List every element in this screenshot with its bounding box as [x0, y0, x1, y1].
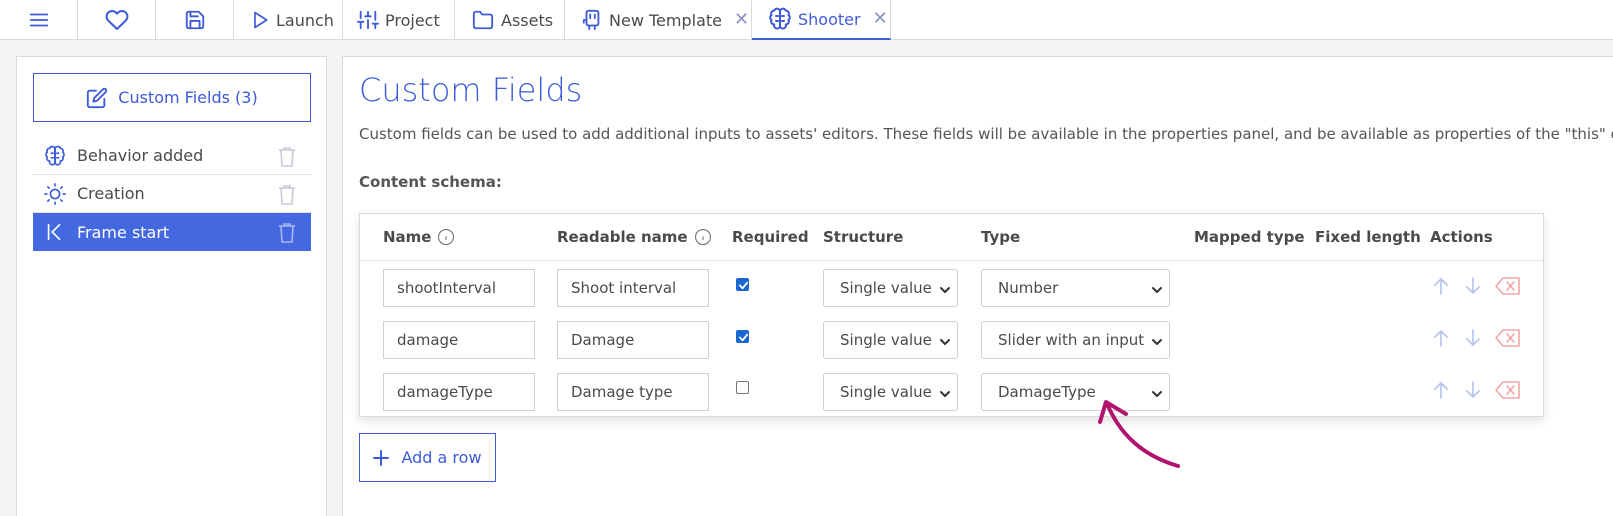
- play-icon: [254, 11, 268, 29]
- type-select-value: Slider with an input: [998, 331, 1145, 349]
- required-checkbox[interactable]: [736, 381, 749, 394]
- event-creation[interactable]: Creation: [33, 175, 311, 213]
- field-readable-name-input[interactable]: Shoot interval: [557, 269, 709, 307]
- tab-assets[interactable]: Assets: [455, 0, 565, 40]
- add-row-button[interactable]: Add a row: [359, 433, 496, 482]
- favorite-button[interactable]: [78, 0, 156, 40]
- structure-select[interactable]: Single value: [823, 373, 958, 411]
- event-list-panel: Custom Fields (3) Behavior added Creatio…: [16, 56, 327, 516]
- tab-new-template-label: New Template: [609, 10, 722, 30]
- tab-assets-label: Assets: [501, 10, 554, 30]
- arrow-down-icon[interactable]: [1464, 328, 1482, 352]
- close-icon[interactable]: ✕: [734, 11, 749, 29]
- arrow-down-icon[interactable]: [1464, 276, 1482, 300]
- column-header-name: Name: [383, 228, 455, 246]
- arrow-up-icon[interactable]: [1432, 328, 1450, 352]
- info-icon[interactable]: [437, 228, 455, 246]
- event-behavior-added[interactable]: Behavior added: [33, 137, 311, 175]
- event-frame-start[interactable]: Frame start: [33, 213, 311, 251]
- column-header-mapped-type: Mapped type: [1194, 228, 1305, 246]
- chevron-down-icon: [1151, 282, 1163, 300]
- schema-table: Name Readable name Required Structure Ty…: [359, 213, 1544, 417]
- add-row-label: Add a row: [401, 448, 482, 467]
- template-icon: [582, 9, 600, 31]
- tab-launch[interactable]: Launch: [234, 0, 343, 40]
- arrow-down-icon[interactable]: [1464, 380, 1482, 404]
- column-header-readable-name: Readable name: [557, 228, 712, 246]
- content-schema-label: Content schema:: [359, 173, 502, 191]
- type-select[interactable]: Number: [981, 269, 1170, 307]
- structure-select[interactable]: Single value: [823, 321, 958, 359]
- trash-icon[interactable]: [277, 146, 297, 172]
- arrow-up-icon[interactable]: [1432, 380, 1450, 404]
- structure-select-value: Single value: [840, 279, 932, 297]
- delete-icon[interactable]: [1495, 277, 1521, 299]
- trash-icon[interactable]: [277, 184, 297, 210]
- menu-icon: [29, 13, 48, 27]
- tab-new-template[interactable]: New Template ✕: [565, 0, 752, 40]
- column-header-type: Type: [981, 228, 1021, 246]
- column-header-required: Required: [732, 228, 809, 246]
- field-name-input[interactable]: damage: [383, 321, 535, 359]
- close-icon[interactable]: ✕: [873, 10, 888, 28]
- column-header-fixed-length: Fixed length: [1315, 228, 1421, 246]
- chevron-down-icon: [939, 282, 951, 300]
- event-label: Creation: [77, 184, 145, 203]
- tab-shooter[interactable]: Shooter ✕: [752, 0, 891, 40]
- required-checkbox[interactable]: [736, 278, 749, 291]
- chevron-down-icon: [939, 334, 951, 352]
- brain-icon: [769, 7, 791, 30]
- structure-select-value: Single value: [840, 331, 932, 349]
- field-readable-name-input[interactable]: Damage: [557, 321, 709, 359]
- field-name-input[interactable]: damageType: [383, 373, 535, 411]
- structure-select[interactable]: Single value: [823, 269, 958, 307]
- column-header-structure: Structure: [823, 228, 904, 246]
- field-readable-name-input[interactable]: Damage type: [557, 373, 709, 411]
- custom-fields-label: Custom Fields (3): [118, 88, 258, 107]
- chevron-down-icon: [1151, 334, 1163, 352]
- sliders-icon: [357, 10, 379, 30]
- page-title: Custom Fields: [359, 71, 583, 109]
- event-label: Frame start: [77, 222, 170, 242]
- delete-icon[interactable]: [1495, 381, 1521, 403]
- tab-project[interactable]: Project: [343, 0, 455, 40]
- tab-launch-label: Launch: [276, 10, 334, 30]
- required-checkbox[interactable]: [736, 330, 749, 343]
- header-divider: [360, 260, 1543, 261]
- tab-project-label: Project: [385, 10, 440, 30]
- main-menu-button[interactable]: [0, 0, 78, 40]
- type-select-value: DamageType: [998, 383, 1096, 401]
- custom-fields-panel: Custom Fields Custom fields can be used …: [342, 56, 1613, 516]
- column-header-actions: Actions: [1430, 228, 1493, 246]
- heart-icon: [105, 10, 128, 30]
- type-select-value: Number: [998, 279, 1059, 297]
- sun-icon: [44, 182, 66, 205]
- save-button[interactable]: [156, 0, 234, 40]
- field-name-input[interactable]: shootInterval: [383, 269, 535, 307]
- brain-icon: [45, 145, 65, 166]
- trash-icon[interactable]: [277, 222, 297, 248]
- save-icon: [185, 10, 204, 30]
- info-icon[interactable]: [694, 228, 712, 246]
- chevron-down-icon: [939, 386, 951, 404]
- folder-icon: [472, 10, 494, 30]
- plus-icon: [373, 449, 390, 466]
- structure-select-value: Single value: [840, 383, 932, 401]
- skip-back-icon: [47, 223, 61, 241]
- custom-fields-button[interactable]: Custom Fields (3): [33, 73, 311, 122]
- tab-shooter-label: Shooter: [798, 9, 861, 29]
- annotation-arrow-icon: [1098, 400, 1180, 468]
- arrow-up-icon[interactable]: [1432, 276, 1450, 300]
- tab-bar: Launch Project Assets New Template ✕ Sho…: [0, 0, 1613, 40]
- page-description: Custom fields can be used to add additio…: [359, 125, 1613, 143]
- delete-icon[interactable]: [1495, 329, 1521, 351]
- type-select[interactable]: Slider with an input: [981, 321, 1170, 359]
- edit-icon: [87, 87, 108, 108]
- event-label: Behavior added: [77, 146, 204, 165]
